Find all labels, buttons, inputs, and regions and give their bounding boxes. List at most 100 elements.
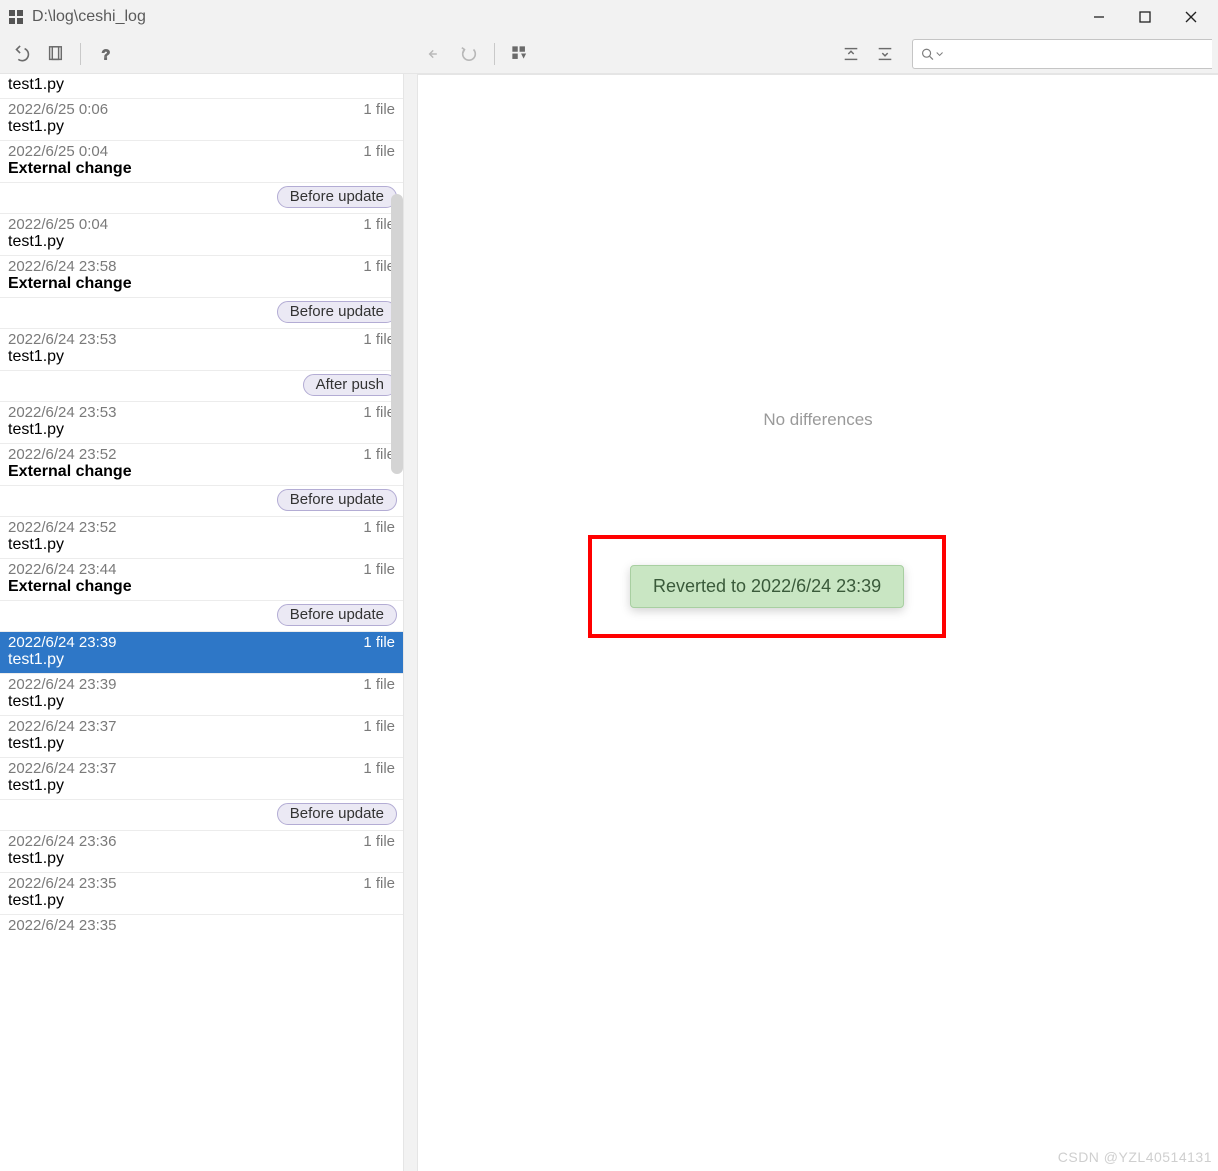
- app-icon: [8, 9, 24, 25]
- main-toolbar: ?: [0, 34, 1218, 74]
- svg-text:?: ?: [102, 47, 111, 63]
- revert-toast: Reverted to 2022/6/24 23:39: [630, 565, 904, 608]
- history-timestamp: 2022/6/24 23:39: [8, 634, 116, 651]
- history-entry[interactable]: 2022/6/24 23:44 1 fileExternal change: [0, 559, 403, 601]
- history-entry-name: External change: [8, 463, 395, 481]
- toolbar-separator: [80, 43, 81, 65]
- history-label-row: Before update: [0, 298, 403, 329]
- history-entry-name: External change: [8, 275, 395, 293]
- history-entry[interactable]: 2022/6/24 23:531 filetest1.py: [0, 329, 403, 371]
- history-entry-name: test1.py: [8, 348, 395, 366]
- history-entry-name: test1.py: [8, 892, 395, 910]
- history-label-pill: Before update: [277, 301, 397, 323]
- annotation-box: Reverted to 2022/6/24 23:39: [588, 535, 946, 638]
- history-timestamp: 2022/6/25 0:06: [8, 101, 108, 118]
- history-timestamp: 2022/6/24 23:52: [8, 519, 116, 536]
- history-label-pill: After push: [303, 374, 397, 396]
- history-label-row: Before update: [0, 800, 403, 831]
- history-label-row: After push: [0, 371, 403, 402]
- history-entry-name: test1.py: [8, 693, 395, 711]
- history-timestamp: 2022/6/24 23:53: [8, 331, 116, 348]
- history-top-fragment: test1.py: [0, 74, 403, 99]
- history-entry[interactable]: 2022/6/25 0:041 filetest1.py: [0, 214, 403, 256]
- history-entry-name: test1.py: [8, 118, 395, 136]
- history-timestamp: 2022/6/24 23:37: [8, 718, 116, 735]
- undo-button[interactable]: [6, 39, 36, 69]
- history-entry[interactable]: 2022/6/24 23:531 filetest1.py: [0, 402, 403, 444]
- history-entry-name: External change: [8, 160, 395, 178]
- history-timestamp: 2022/6/24 23:44: [8, 561, 116, 578]
- history-entry[interactable]: 2022/6/24 23:521 fileExternal change: [0, 444, 403, 486]
- history-entry[interactable]: 2022/6/24 23:39 1 filetest1.py: [0, 674, 403, 716]
- history-label-pill: Before update: [277, 803, 397, 825]
- pane-gutter[interactable]: [404, 74, 418, 1171]
- history-label-row: Before update: [0, 183, 403, 214]
- window-minimize-button[interactable]: [1076, 1, 1122, 33]
- history-entry[interactable]: 2022/6/24 23:37 1 filetest1.py: [0, 716, 403, 758]
- search-box[interactable]: [912, 39, 1212, 69]
- diff-pane: No differences Reverted to 2022/6/24 23:…: [418, 74, 1218, 1171]
- search-icon: [921, 47, 934, 61]
- history-timestamp: 2022/6/24 23:39: [8, 676, 116, 693]
- titlebar: D:\log\ceshi_log: [0, 0, 1218, 34]
- chevron-down-icon: [936, 50, 943, 58]
- history-pane[interactable]: test1.py 2022/6/25 0:061 filetest1.py202…: [0, 74, 404, 1171]
- history-list[interactable]: 2022/6/25 0:061 filetest1.py2022/6/25 0:…: [0, 99, 403, 933]
- history-entry-name: test1.py: [8, 850, 395, 868]
- history-timestamp: 2022/6/24 23:58: [8, 258, 116, 275]
- history-timestamp: 2022/6/25 0:04: [8, 216, 108, 233]
- history-file-count: 1 file: [363, 676, 395, 693]
- history-entry-name: External change: [8, 578, 395, 596]
- history-file-count: 1 file: [363, 143, 395, 160]
- history-entry[interactable]: 2022/6/24 23:37 1 filetest1.py: [0, 758, 403, 800]
- history-timestamp: 2022/6/24 23:35: [8, 875, 116, 892]
- window-maximize-button[interactable]: [1122, 1, 1168, 33]
- history-entry[interactable]: 2022/6/25 0:04 1 fileExternal change: [0, 141, 403, 183]
- history-file-count: 1 file: [363, 760, 395, 777]
- view-mode-button[interactable]: [505, 39, 535, 69]
- collapse-all-button[interactable]: [836, 39, 866, 69]
- create-patch-button[interactable]: [40, 39, 70, 69]
- history-entry-name: test1.py: [8, 233, 395, 251]
- history-entry-name: test1.py: [8, 651, 395, 669]
- history-entry[interactable]: 2022/6/24 23:581 fileExternal change: [0, 256, 403, 298]
- history-file-count: 1 file: [363, 718, 395, 735]
- help-button[interactable]: ?: [91, 39, 121, 69]
- history-label-pill: Before update: [277, 489, 397, 511]
- prev-diff-button[interactable]: [420, 39, 450, 69]
- revert-button[interactable]: [454, 39, 484, 69]
- scrollbar-thumb[interactable]: [391, 194, 403, 474]
- history-file-count: 1 file: [363, 101, 395, 118]
- history-timestamp: 2022/6/24 23:35: [8, 917, 116, 933]
- history-entry-name: test1.py: [8, 536, 395, 554]
- history-entry-name: test1.py: [8, 777, 395, 795]
- history-entry[interactable]: 2022/6/25 0:06 1 filetest1.py: [0, 99, 403, 141]
- no-differences-label: No differences: [763, 410, 872, 430]
- history-entry-name: test1.py: [8, 421, 395, 439]
- history-entry[interactable]: 2022/6/24 23:36 1 filetest1.py: [0, 831, 403, 873]
- search-input[interactable]: [947, 46, 1212, 62]
- history-file-count: 1 file: [363, 561, 395, 578]
- history-timestamp: 2022/6/25 0:04: [8, 143, 108, 160]
- history-file-count: 1 file: [363, 833, 395, 850]
- toolbar-separator: [494, 43, 495, 65]
- history-entry[interactable]: 2022/6/24 23:39 1 filetest1.py: [0, 632, 403, 674]
- window-close-button[interactable]: [1168, 1, 1214, 33]
- history-timestamp: 2022/6/24 23:52: [8, 446, 116, 463]
- history-entry[interactable]: 2022/6/24 23:35: [0, 915, 403, 933]
- history-entry-name: test1.py: [8, 735, 395, 753]
- history-timestamp: 2022/6/24 23:37: [8, 760, 116, 777]
- history-label-row: Before update: [0, 601, 403, 632]
- history-label-pill: Before update: [277, 186, 397, 208]
- expand-all-button[interactable]: [870, 39, 900, 69]
- history-entry[interactable]: 2022/6/24 23:35 1 filetest1.py: [0, 873, 403, 915]
- window-title: D:\log\ceshi_log: [32, 8, 146, 26]
- history-file-count: 1 file: [363, 634, 395, 651]
- history-label-pill: Before update: [277, 604, 397, 626]
- history-file-count: 1 file: [363, 875, 395, 892]
- history-timestamp: 2022/6/24 23:36: [8, 833, 116, 850]
- watermark: CSDN @YZL40514131: [1058, 1149, 1212, 1165]
- history-entry[interactable]: 2022/6/24 23:52 1 filetest1.py: [0, 517, 403, 559]
- history-file-count: 1 file: [363, 519, 395, 536]
- history-timestamp: 2022/6/24 23:53: [8, 404, 116, 421]
